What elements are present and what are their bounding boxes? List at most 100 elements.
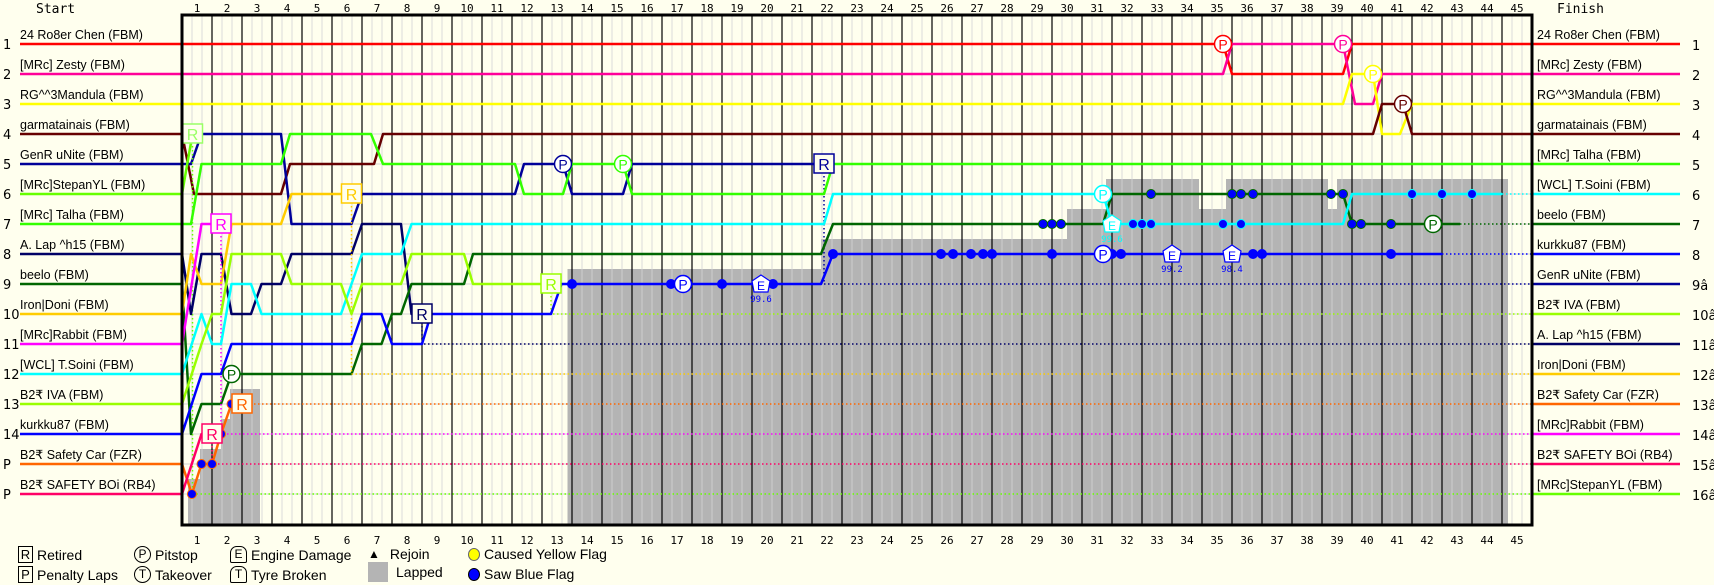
lap-label-top: 32 [1120, 2, 1133, 15]
engine-damage-value: 99.6 [750, 295, 772, 305]
blue-flag-dot [1038, 219, 1048, 229]
finish-position: 11â [1692, 339, 1714, 354]
lap-label-top: 7 [374, 2, 381, 15]
lap-label-bottom: 28 [1000, 534, 1013, 547]
lap-label-bottom: 40 [1360, 534, 1373, 547]
lap-label-bottom: 22 [820, 534, 833, 547]
lap-label-top: 5 [314, 2, 321, 15]
lap-label-top: 19 [730, 2, 743, 15]
blue-flag-dot [1218, 219, 1228, 229]
lapped-region [821, 239, 1067, 525]
lap-label-top: 35 [1210, 2, 1223, 15]
finish-position: 4 [1692, 129, 1700, 144]
start-driver-name: [MRc] Zesty (FBM) [20, 58, 125, 72]
legend-lapped: Lapped [368, 562, 443, 582]
rejoin-triangle-icon: ▲ [368, 547, 380, 561]
blue-flag-dot [1116, 249, 1126, 259]
blue-flag-dot [978, 249, 988, 259]
blue-flag-dot [196, 459, 207, 469]
engine-letter: E [1108, 219, 1116, 233]
start-driver-name: Iron|Doni (FBM) [20, 298, 109, 312]
lap-label-bottom: 23 [850, 534, 863, 547]
start-position: 10 [3, 308, 20, 323]
start-driver-name: B2₹ Safety Car (FZR) [20, 448, 142, 462]
trace-mandula [182, 72, 1532, 136]
finish-driver-name: [MRc]StepanYL (FBM) [1537, 478, 1662, 492]
lap-label-bottom: 34 [1180, 534, 1194, 547]
pitstop-letter: P [1098, 247, 1107, 263]
start-driver-name: 24 Ro8er Chen (FBM) [20, 28, 143, 42]
legend-label: Caused Yellow Flag [484, 546, 607, 562]
lap-label-bottom: 25 [910, 534, 923, 547]
legend-rejoin: ▲ Rejoin [368, 546, 430, 562]
finish-position: 12â [1692, 369, 1714, 384]
lap-label-top: 29 [1030, 2, 1043, 15]
tyre-broken-icon: T [230, 566, 247, 583]
lap-label-bottom: 30 [1060, 534, 1073, 547]
lap-label-top: 15 [610, 2, 623, 15]
finish-position: 6 [1692, 189, 1700, 204]
engine-letter: E [757, 279, 765, 293]
pitstop-letter: P [1338, 37, 1347, 53]
retired-letter: R [416, 307, 428, 324]
lap-label-top: 24 [880, 2, 894, 15]
lap-label-top: 27 [970, 2, 983, 15]
pitstop-letter: P [618, 157, 627, 173]
lap-label-bottom: 19 [730, 534, 743, 547]
lap-label-bottom: 24 [880, 534, 894, 547]
retired-letter: R [187, 127, 199, 144]
blue-flag-dot [717, 279, 727, 289]
lap-label-top: 34 [1180, 2, 1194, 15]
lapped-regions [188, 179, 1508, 525]
pitstop-letter: P [678, 277, 687, 293]
lap-label-bottom: 27 [970, 534, 983, 547]
legend-engine: E Engine Damage [230, 546, 351, 563]
lap-label-top: 20 [760, 2, 773, 15]
blue-flag-dot [186, 489, 197, 499]
lap-label-top: 40 [1360, 2, 1373, 15]
lap-label-top: 26 [940, 2, 953, 15]
finish-position: 7 [1692, 219, 1700, 234]
finish-position: 14â [1692, 429, 1714, 444]
pitstop-letter: P [1368, 67, 1377, 83]
blue-flag-dot [207, 459, 217, 469]
lap-label-top: 14 [580, 2, 594, 15]
start-driver-name: kurkku87 (FBM) [20, 418, 109, 432]
blue-flag-dot [1248, 249, 1258, 259]
blue-flag-dot [1338, 189, 1348, 199]
finish-driver-name: B2₹ Safety Car (FZR) [1537, 388, 1659, 402]
legend-label: Takeover [155, 566, 212, 583]
trace-genr [182, 132, 824, 226]
retired-letter: R [215, 217, 227, 234]
blue-flag-dot [948, 249, 958, 259]
retired-letter: R [206, 427, 218, 444]
lap-label-bottom: 26 [940, 534, 953, 547]
finish-driver-name: beelo (FBM) [1537, 208, 1606, 222]
legend-label: Engine Damage [251, 546, 352, 563]
lap-label-top: 33 [1150, 2, 1163, 15]
finish-driver-name: garmatainais (FBM) [1537, 118, 1647, 132]
start-position: 9 [3, 278, 11, 293]
blue-flag-dot [1056, 219, 1066, 229]
lap-label-bottom: 45 [1510, 534, 1523, 547]
blue-flag-dot [987, 249, 997, 259]
lap-label-bottom: 20 [760, 534, 773, 547]
finish-driver-name: GenR uNite (FBM) [1537, 268, 1641, 282]
finish-driver-name: [MRc]Rabbit (FBM) [1537, 418, 1644, 432]
lap-label-top: 45 [1510, 2, 1523, 15]
lap-label-bottom: 33 [1150, 534, 1163, 547]
blue-flag-dot [966, 249, 976, 259]
lap-label-bottom: 17 [670, 534, 683, 547]
start-position: 6 [3, 188, 11, 203]
pitstop-icon: P [134, 546, 151, 563]
blue-flag-dot [1386, 219, 1396, 229]
start-position: P [3, 458, 11, 473]
blue-flag-dot [1347, 219, 1357, 229]
start-position: P [3, 488, 11, 503]
blue-flag-dot [1386, 249, 1396, 259]
engine-letter: E [1228, 249, 1236, 263]
finish-driver-name: B2₹ SAFETY BOi (RB4) [1537, 448, 1673, 462]
blue-flag-dot [1227, 189, 1237, 199]
pitstop-letter: P [1398, 97, 1407, 113]
blue-flag-dot [1437, 189, 1447, 199]
